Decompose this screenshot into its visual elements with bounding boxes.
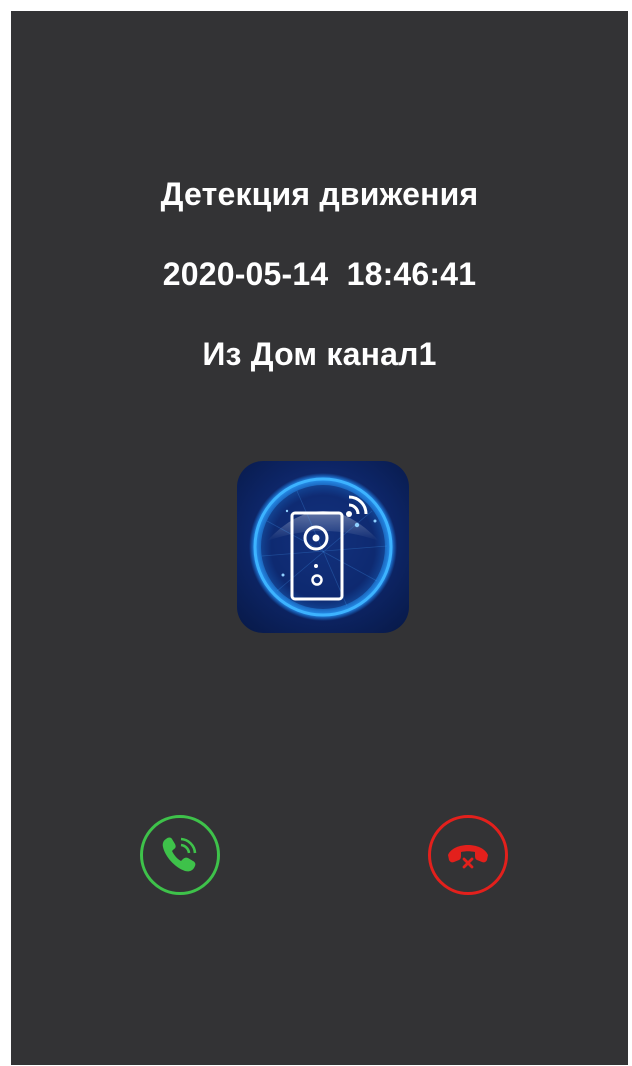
event-datetime: 2020-05-14 18:46:41	[162, 256, 477, 292]
doorbell-camera-app-icon	[237, 461, 409, 633]
event-source: Из Дом канал1	[202, 336, 437, 372]
answer-button[interactable]	[140, 815, 220, 895]
decline-button[interactable]	[428, 815, 508, 895]
phone-answer-icon	[156, 831, 204, 879]
phone-hangup-icon	[443, 830, 493, 880]
event-title: Детекция движения	[160, 176, 479, 212]
incoming-alert-screen: Детекция движения 2020-05-14 18:46:41 Из…	[11, 11, 628, 1065]
